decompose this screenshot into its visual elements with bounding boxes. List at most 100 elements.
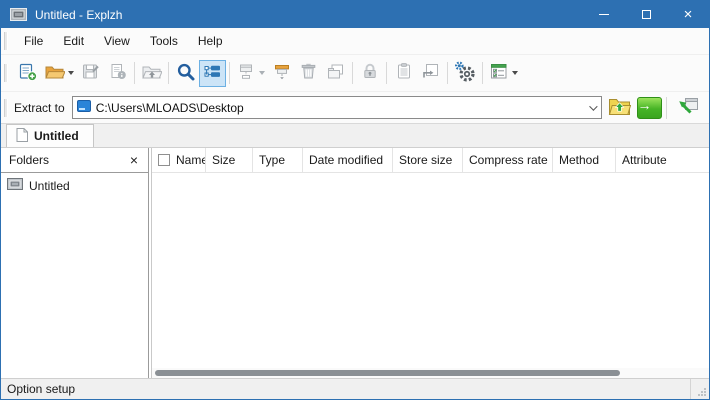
resize-grip[interactable]	[695, 379, 709, 399]
extract-go-button[interactable]: →	[636, 96, 662, 120]
column-label: Method	[559, 153, 600, 167]
folders-close-button[interactable]: ×	[128, 153, 140, 167]
file-list-body[interactable]	[152, 173, 709, 368]
toolbar-separator	[134, 62, 135, 84]
new-archive-button[interactable]	[14, 60, 41, 87]
menu-tools[interactable]: Tools	[140, 28, 188, 54]
add-files-icon	[236, 62, 256, 84]
toolbar-separator	[482, 62, 483, 84]
extract-files-icon	[272, 62, 292, 84]
tab-untitled[interactable]: Untitled	[6, 124, 94, 147]
extractbar-separator	[666, 96, 667, 119]
horizontal-scrollbar[interactable]	[152, 368, 709, 378]
window-arrow-icon	[421, 62, 440, 84]
folders-panel-header: Folders ×	[1, 148, 148, 173]
maximize-icon	[641, 10, 651, 19]
toolbar-separator	[168, 62, 169, 84]
open-with-button	[417, 60, 444, 87]
browse-folder-button[interactable]	[606, 96, 632, 120]
column-header-attribute[interactable]: Attribute	[616, 148, 709, 172]
column-label: Attribute	[622, 153, 667, 167]
view-in-explorer-button	[322, 60, 349, 87]
extract-files-button[interactable]	[268, 60, 295, 87]
close-icon: ×	[683, 6, 693, 23]
folder-up-icon	[141, 63, 163, 84]
tree-view-icon	[203, 62, 222, 84]
statusbar-separator	[690, 379, 691, 399]
titlebar: Untitled - Explzh ×	[1, 1, 709, 28]
arrow-right-icon: →	[636, 96, 662, 119]
select-all-checkbox[interactable]	[158, 154, 170, 166]
document-icon	[16, 127, 28, 145]
view-options-button[interactable]	[486, 60, 521, 87]
toolbar-separator	[229, 62, 230, 84]
menu-edit[interactable]: Edit	[53, 28, 94, 54]
view-options-icon	[489, 62, 509, 84]
desktop-icon	[76, 100, 91, 115]
tab-bar: Untitled	[1, 124, 709, 148]
window-title: Untitled - Explzh	[35, 7, 123, 22]
column-label: Compress rate	[469, 153, 548, 167]
app-window: Untitled - Explzh × File Edit View Tools…	[0, 0, 710, 400]
column-header-type[interactable]: Type	[253, 148, 303, 172]
menu-bar: File Edit View Tools Help	[1, 28, 709, 55]
extract-to-label: Extract to	[14, 100, 65, 115]
toolbar	[1, 55, 709, 92]
file-list: Name Size Type Date modified Store size …	[152, 148, 709, 378]
open-archive-dropdown-caret[interactable]	[68, 71, 74, 75]
toggle-tree-view-button[interactable]	[199, 59, 226, 87]
toolbar-separator	[447, 62, 448, 84]
menu-view[interactable]: View	[94, 28, 140, 54]
minimize-button[interactable]	[583, 1, 625, 28]
save-as-icon	[81, 62, 100, 84]
file-list-header: Name Size Type Date modified Store size …	[152, 148, 709, 173]
extractbar-grip[interactable]	[4, 98, 8, 117]
extract-bar: Extract to →	[1, 92, 709, 124]
toolbar-grip[interactable]	[4, 64, 8, 82]
column-header-name[interactable]: Name	[152, 148, 206, 172]
column-header-store-size[interactable]: Store size	[393, 148, 463, 172]
archive-icon	[7, 178, 23, 193]
extract-path-combobox[interactable]	[71, 96, 602, 119]
delete-button	[295, 60, 322, 87]
column-header-method[interactable]: Method	[553, 148, 616, 172]
extract-path-input[interactable]	[95, 100, 583, 115]
status-text: Option setup	[7, 382, 76, 396]
status-bar: Option setup	[1, 378, 709, 399]
add-files-button	[233, 60, 268, 87]
menu-file[interactable]: File	[14, 28, 53, 54]
scrollbar-thumb[interactable]	[155, 370, 620, 376]
folder-window-icon	[326, 62, 345, 84]
column-header-size[interactable]: Size	[206, 148, 253, 172]
main-area: Folders × Untitled Name Size Type Date m…	[1, 148, 709, 378]
gears-icon	[454, 61, 476, 86]
tree-item-untitled[interactable]: Untitled	[1, 173, 148, 197]
close-button[interactable]: ×	[667, 1, 709, 28]
view-options-dropdown-caret[interactable]	[512, 71, 518, 75]
open-archive-button[interactable]	[41, 60, 77, 87]
combobox-dropdown-button[interactable]	[583, 97, 601, 118]
toolbar-separator	[352, 62, 353, 84]
menu-help[interactable]: Help	[188, 28, 233, 54]
column-header-compress-rate[interactable]: Compress rate	[463, 148, 553, 172]
maximize-button[interactable]	[625, 1, 667, 28]
column-label: Type	[259, 153, 286, 167]
column-label: Name	[176, 153, 206, 167]
menubar-grip[interactable]	[4, 32, 8, 50]
add-files-dropdown-caret	[259, 71, 265, 75]
column-header-date-modified[interactable]: Date modified	[303, 148, 393, 172]
lock-icon	[361, 62, 379, 84]
open-folder-icon	[44, 63, 66, 84]
settings-button[interactable]	[451, 60, 479, 87]
column-label: Size	[212, 153, 236, 167]
folders-panel-title: Folders	[9, 153, 50, 167]
jump-to-explorer-button[interactable]	[675, 96, 701, 120]
column-label: Store size	[399, 153, 453, 167]
archive-info-button	[104, 60, 131, 87]
browse-folder-icon	[608, 96, 631, 119]
toolbar-separator	[386, 62, 387, 84]
clipboard-button	[390, 60, 417, 87]
search-icon	[176, 62, 196, 85]
archive-info-icon	[109, 62, 127, 84]
search-button[interactable]	[172, 60, 199, 87]
